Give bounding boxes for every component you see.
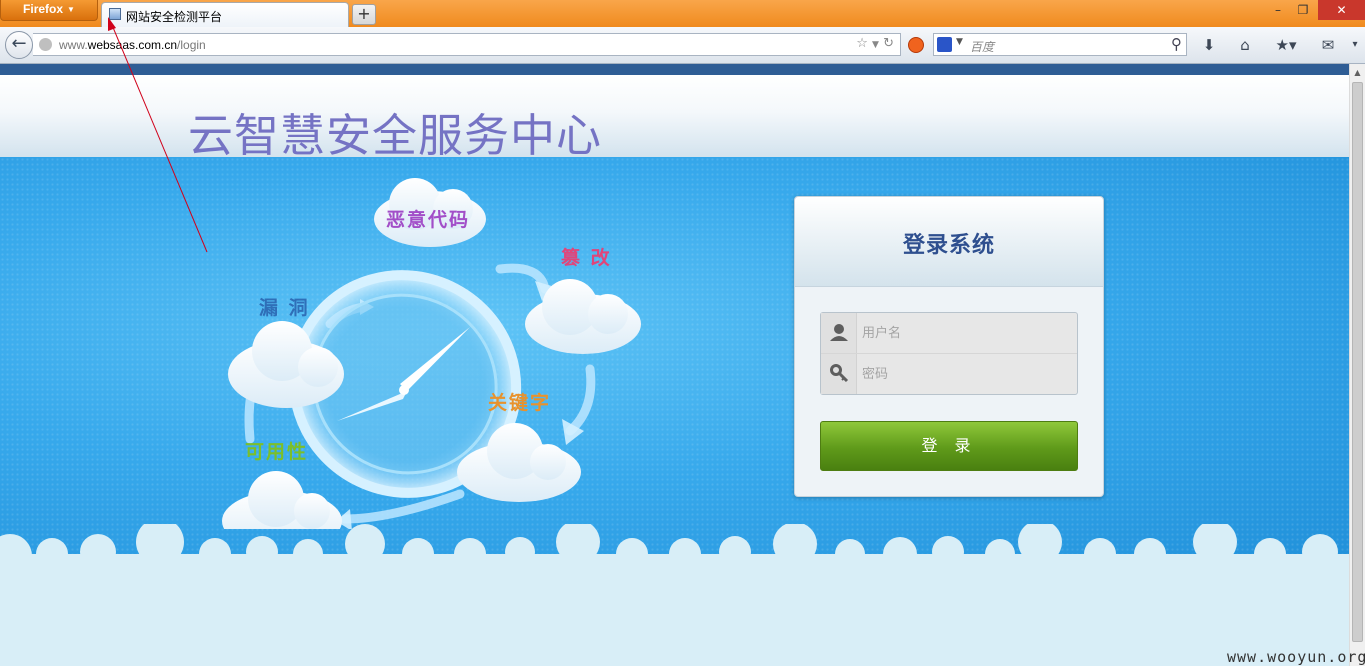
baidu-icon[interactable] xyxy=(937,37,952,52)
extension-icon[interactable]: ✉ xyxy=(1318,35,1338,55)
cloud-label-tamper: 篡 改 xyxy=(561,247,612,269)
firefox-menu-label: Firefox xyxy=(23,2,64,16)
bottom-clouds xyxy=(0,524,1349,666)
cloud-label-vulnerability: 漏 洞 xyxy=(259,297,310,319)
addon-icon[interactable] xyxy=(908,37,924,53)
credentials-group xyxy=(820,312,1078,395)
bookmarks-icon[interactable]: ★▾ xyxy=(1271,35,1301,55)
search-icon[interactable]: ⚲ xyxy=(1171,35,1182,53)
scroll-thumb[interactable] xyxy=(1352,82,1363,642)
new-tab-button[interactable]: + xyxy=(352,4,376,25)
page-viewport: 云智慧安全服务中心 恶意代码 篡 改 漏 洞 关键字 可用性 登录系统 用户名 … xyxy=(0,64,1349,666)
maximize-button[interactable]: ❐ xyxy=(1292,0,1314,20)
favicon-icon xyxy=(109,8,121,20)
menu-chevron-icon[interactable]: ▾ xyxy=(1345,35,1365,55)
download-icon[interactable]: ⬇ xyxy=(1199,35,1219,55)
search-bar[interactable]: ▼ 百度 ⚲ xyxy=(933,33,1187,56)
login-button[interactable]: 登 录 xyxy=(820,421,1078,471)
globe-icon xyxy=(39,38,52,51)
url-actions: ☆ ▼ ↻ xyxy=(856,36,894,51)
url-text: www.websaas.com.cn/login xyxy=(59,38,206,52)
dropdown-icon[interactable]: ▼ xyxy=(872,40,879,50)
back-arrow-icon: ← xyxy=(11,33,27,54)
login-title: 登录系统 xyxy=(902,233,995,258)
cloud-band xyxy=(0,524,1349,666)
username-input[interactable] xyxy=(858,313,1076,353)
username-row xyxy=(821,313,1077,354)
engine-dropdown-icon[interactable]: ▼ xyxy=(956,37,963,47)
password-input[interactable] xyxy=(858,354,1076,394)
site-header: 云智慧安全服务中心 xyxy=(0,75,1349,162)
back-button[interactable]: ← xyxy=(5,31,33,59)
cloud-availability xyxy=(222,471,342,529)
search-placeholder: 百度 xyxy=(970,40,995,54)
navigation-toolbar: ← www.websaas.com.cn/login ☆ ▼ ↻ ▼ 百度 ⚲ … xyxy=(0,27,1365,64)
minimize-button[interactable]: – xyxy=(1267,0,1289,20)
tab-title: 网站安全检测平台 xyxy=(126,10,223,24)
login-panel: 登录系统 登 录 xyxy=(794,196,1104,497)
login-header: 登录系统 xyxy=(795,197,1103,287)
compass-center xyxy=(399,385,409,395)
bookmark-star-icon[interactable]: ☆ xyxy=(856,36,868,51)
reload-icon[interactable]: ↻ xyxy=(883,36,894,51)
title-bar: Firefox ▼ 网站安全检测平台 + – ❐ ✕ xyxy=(0,0,1365,27)
top-strip xyxy=(0,64,1349,75)
site-title: 云智慧安全服务中心 xyxy=(188,109,603,162)
home-icon[interactable]: ⌂ xyxy=(1235,35,1255,55)
cloud-label-keyword: 关键字 xyxy=(488,392,552,414)
scroll-up-icon[interactable]: ▲ xyxy=(1350,64,1365,81)
chevron-down-icon: ▼ xyxy=(67,5,75,14)
close-window-button[interactable]: ✕ xyxy=(1318,0,1365,20)
user-icon xyxy=(821,313,857,353)
cloud-label-malicious-code: 恶意代码 xyxy=(386,209,471,231)
browser-tab[interactable]: 网站安全检测平台 xyxy=(101,2,349,27)
address-bar[interactable]: www.websaas.com.cn/login ☆ ▼ ↻ xyxy=(33,33,901,56)
vertical-scrollbar[interactable]: ▲ xyxy=(1349,64,1365,666)
watermark: www.wooyun.org xyxy=(1227,648,1365,666)
firefox-menu-button[interactable]: Firefox ▼ xyxy=(0,0,98,21)
password-row xyxy=(821,354,1077,394)
key-icon xyxy=(821,354,857,394)
cloud-label-availability: 可用性 xyxy=(245,441,309,463)
